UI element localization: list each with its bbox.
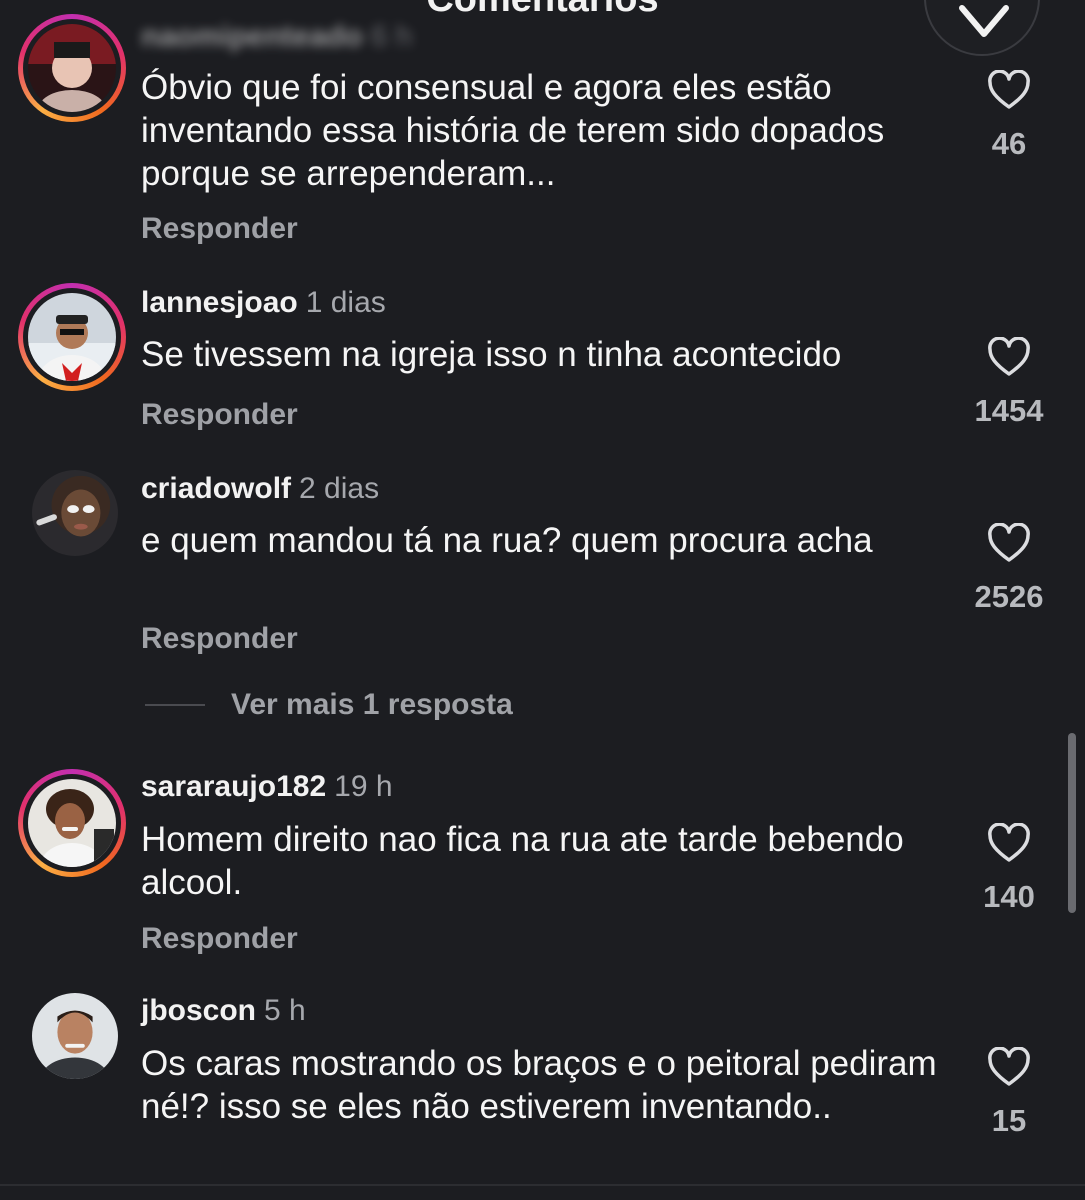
like-count: 46 (991, 126, 1027, 161)
comment-time: 2 dias (299, 472, 380, 505)
reply-button[interactable]: Responder (141, 398, 298, 432)
comment-username[interactable]: jboscon (141, 994, 256, 1027)
comment-text: Homem direito nao fica na rua ate tarde … (141, 820, 904, 902)
divider (145, 704, 205, 706)
heart-icon (988, 70, 1030, 109)
comment-meta: jboscon 5 h (141, 994, 306, 1028)
reply-button[interactable]: Responder (141, 212, 298, 246)
collapse-button[interactable] (924, 0, 1040, 56)
like-count: 2526 (974, 579, 1044, 614)
comment-time: 6 h (370, 20, 413, 53)
heart-icon (988, 823, 1030, 862)
comment-text: Óbvio que foi consensual e agora eles es… (141, 68, 885, 193)
like-count: 1454 (974, 393, 1044, 428)
like-count: 15 (991, 1103, 1027, 1138)
like-button[interactable]: 140 (960, 823, 1058, 915)
comment-meta: lannesjoao 1 dias (141, 286, 386, 320)
comment-time: 5 h (264, 994, 306, 1027)
comment-text: Se tivessem na igreja isso n tinha acont… (141, 335, 842, 374)
view-more-replies-label: Ver mais 1 resposta (231, 688, 513, 721)
like-button[interactable]: 1454 (960, 337, 1058, 429)
like-count: 140 (983, 879, 1035, 914)
divider (0, 1184, 1085, 1186)
reply-button[interactable]: Responder (141, 922, 298, 956)
comment-username[interactable]: sararaujo182 (141, 770, 326, 803)
comment-username[interactable]: criadowolf (141, 472, 291, 505)
comment-username[interactable]: lannesjoao (141, 286, 298, 319)
avatar[interactable] (32, 470, 118, 556)
like-button[interactable]: 2526 (960, 523, 1058, 615)
reply-button[interactable]: Responder (141, 622, 298, 656)
comment-text: Os caras mostrando os braços e o peitora… (141, 1044, 937, 1126)
scrollbar[interactable] (1068, 733, 1076, 913)
page-title: Comentários (0, 0, 1085, 21)
comment-text: e quem mandou tá na rua? quem procura ac… (141, 521, 873, 560)
like-button[interactable]: 46 (960, 70, 1058, 162)
avatar[interactable] (18, 769, 126, 877)
comments-screen: Comentários naomipenteado6 h Óbvio que f… (0, 0, 1085, 1200)
comment-time: 1 dias (305, 286, 386, 319)
heart-icon (988, 337, 1030, 376)
comment-meta: naomipenteado 6 h (141, 20, 412, 54)
chevron-down-icon (959, 5, 1009, 37)
avatar[interactable] (32, 993, 118, 1079)
comment-time: 19 h (334, 770, 393, 803)
avatar[interactable] (18, 14, 126, 122)
comment-meta: criadowolf 2 dias (141, 472, 379, 506)
comment-meta: sararaujo182 19 h (141, 770, 393, 804)
comment-username[interactable]: naomipenteado (141, 20, 363, 53)
avatar[interactable] (18, 283, 126, 391)
heart-icon (988, 523, 1030, 562)
like-button[interactable]: 15 (960, 1047, 1058, 1139)
heart-icon (988, 1047, 1030, 1086)
